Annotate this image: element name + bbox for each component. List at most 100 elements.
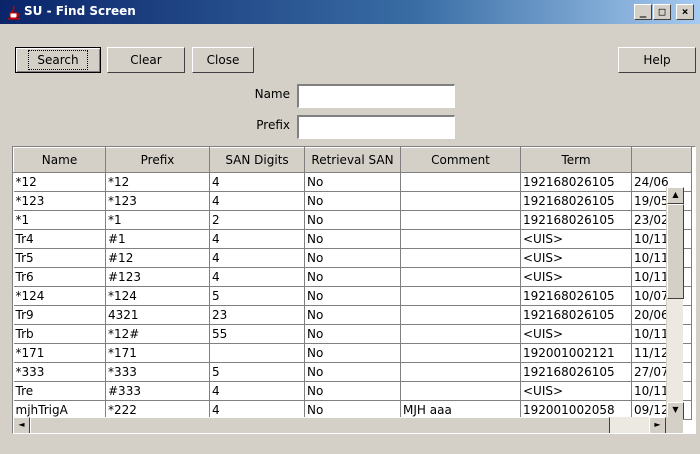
table-cell[interactable]: 23 [209, 305, 305, 325]
table-cell[interactable] [400, 362, 521, 382]
table-row[interactable]: Tre #333 4 No <UIS> 10/11 [13, 381, 692, 401]
column-header[interactable]: Retrieval SAN [304, 147, 401, 173]
table-cell[interactable]: No [304, 248, 401, 268]
table-cell[interactable]: No [304, 343, 401, 363]
table-cell[interactable] [400, 172, 521, 192]
vertical-scrollbar[interactable]: ▲ ▼ [666, 187, 684, 419]
close-window-button[interactable]: × [676, 4, 694, 20]
table-cell[interactable]: *12 [105, 172, 210, 192]
horizontal-scroll-thumb[interactable] [30, 417, 610, 433]
table-cell[interactable]: No [304, 381, 401, 401]
table-cell[interactable]: 192168026105 [520, 172, 632, 192]
table-cell[interactable]: No [304, 172, 401, 192]
table-cell[interactable] [400, 229, 521, 249]
table-cell[interactable]: *1 [13, 210, 106, 230]
table-row[interactable]: *171 *171 No 192001002121 11/12 [13, 343, 692, 363]
close-button[interactable]: Close [192, 47, 254, 73]
table-cell[interactable]: #333 [105, 381, 210, 401]
table-cell[interactable]: Tre [13, 381, 106, 401]
table-cell[interactable]: *171 [13, 343, 106, 363]
column-header[interactable]: SAN Digits [209, 147, 305, 173]
table-cell[interactable]: Tr6 [13, 267, 106, 287]
table-row[interactable]: Tr5 #12 4 No <UIS> 10/11 [13, 248, 692, 268]
table-cell[interactable] [209, 343, 305, 363]
table-cell[interactable] [400, 267, 521, 287]
table-cell[interactable]: 192168026105 [520, 286, 632, 306]
table-cell[interactable]: <UIS> [520, 229, 632, 249]
table-cell[interactable] [400, 286, 521, 306]
table-cell[interactable]: 4 [209, 248, 305, 268]
table-cell[interactable]: *1 [105, 210, 210, 230]
table-cell[interactable]: #123 [105, 267, 210, 287]
table-row[interactable]: Tr4 #1 4 No <UIS> 10/11 [13, 229, 692, 249]
table-cell[interactable]: *333 [105, 362, 210, 382]
table-cell[interactable] [400, 343, 521, 363]
table-cell[interactable]: 192168026105 [520, 191, 632, 211]
table-cell[interactable]: Tr9 [13, 305, 106, 325]
table-cell[interactable]: <UIS> [520, 324, 632, 344]
scroll-right-icon[interactable]: ► [649, 417, 666, 433]
table-row[interactable]: *123 *123 4 No 192168026105 19/05 [13, 191, 692, 211]
table-cell[interactable]: 4 [209, 381, 305, 401]
table-cell[interactable]: Tr4 [13, 229, 106, 249]
table-cell[interactable]: *124 [13, 286, 106, 306]
table-row[interactable]: *124 *124 5 No 192168026105 10/07 [13, 286, 692, 306]
table-cell[interactable]: <UIS> [520, 267, 632, 287]
table-cell[interactable]: *171 [105, 343, 210, 363]
table-cell[interactable]: No [304, 210, 401, 230]
table-cell[interactable]: *123 [105, 191, 210, 211]
table-row[interactable]: *333 *333 5 No 192168026105 27/07 [13, 362, 692, 382]
scroll-left-icon[interactable]: ◄ [13, 417, 30, 433]
table-row[interactable]: Tr9 4321 23 No 192168026105 20/06 [13, 305, 692, 325]
table-cell[interactable]: *12# [105, 324, 210, 344]
prefix-input[interactable] [297, 115, 455, 139]
table-cell[interactable]: 4 [209, 229, 305, 249]
table-cell[interactable]: 4321 [105, 305, 210, 325]
vertical-scroll-thumb[interactable] [667, 204, 684, 299]
table-cell[interactable]: No [304, 191, 401, 211]
table-cell[interactable]: 55 [209, 324, 305, 344]
table-cell[interactable] [400, 305, 521, 325]
table-cell[interactable]: <UIS> [520, 381, 632, 401]
scroll-up-icon[interactable]: ▲ [667, 187, 684, 204]
table-cell[interactable]: Tr5 [13, 248, 106, 268]
table-cell[interactable]: #12 [105, 248, 210, 268]
clear-button[interactable]: Clear [107, 47, 185, 73]
column-header[interactable]: Prefix [105, 147, 210, 173]
column-header[interactable]: Comment [400, 147, 521, 173]
table-cell[interactable]: *124 [105, 286, 210, 306]
table-cell[interactable]: 2 [209, 210, 305, 230]
table-row[interactable]: *1 *1 2 No 192168026105 23/02 [13, 210, 692, 230]
table-cell[interactable]: 4 [209, 267, 305, 287]
table-cell[interactable]: 4 [209, 191, 305, 211]
table-cell[interactable]: No [304, 267, 401, 287]
table-cell[interactable]: 192168026105 [520, 210, 632, 230]
table-row[interactable]: *12 *12 4 No 192168026105 24/06 [13, 172, 692, 192]
table-cell[interactable]: 192168026105 [520, 362, 632, 382]
help-button[interactable]: Help [618, 47, 696, 73]
table-cell[interactable]: <UIS> [520, 248, 632, 268]
search-button[interactable]: Search [15, 47, 101, 73]
table-cell[interactable] [400, 248, 521, 268]
column-header[interactable]: Name [13, 147, 106, 173]
table-cell[interactable] [400, 381, 521, 401]
maximize-button[interactable]: □ [653, 4, 671, 20]
table-cell[interactable] [400, 324, 521, 344]
table-cell[interactable]: *123 [13, 191, 106, 211]
table-cell[interactable]: No [304, 229, 401, 249]
table-cell[interactable]: 4 [209, 172, 305, 192]
table-cell[interactable] [400, 191, 521, 211]
table-cell[interactable]: *12 [13, 172, 106, 192]
minimize-button[interactable]: _ [634, 4, 652, 20]
name-input[interactable] [297, 84, 455, 108]
table-cell[interactable] [400, 210, 521, 230]
column-header[interactable]: Term [520, 147, 632, 173]
table-row[interactable]: Trb *12# 55 No <UIS> 10/11 [13, 324, 692, 344]
table-cell[interactable]: 5 [209, 362, 305, 382]
table-cell[interactable]: No [304, 362, 401, 382]
table-cell[interactable]: 192001002121 [520, 343, 632, 363]
table-row[interactable]: Tr6 #123 4 No <UIS> 10/11 [13, 267, 692, 287]
table-cell[interactable]: *333 [13, 362, 106, 382]
table-cell[interactable]: 192168026105 [520, 305, 632, 325]
table-cell[interactable]: 5 [209, 286, 305, 306]
